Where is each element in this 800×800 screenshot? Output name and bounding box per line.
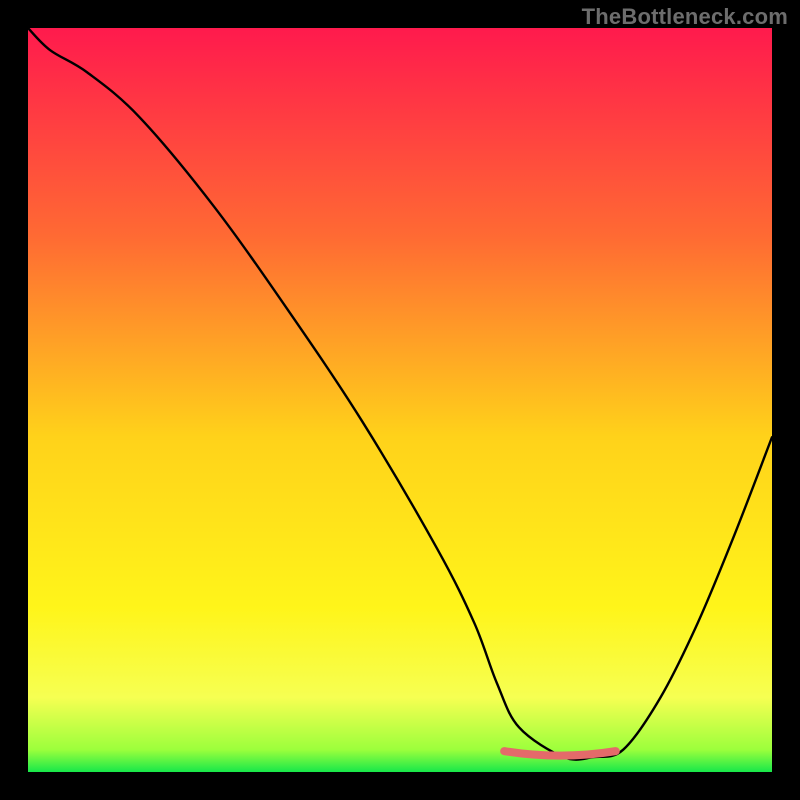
watermark-text: TheBottleneck.com xyxy=(582,4,788,30)
gradient-background xyxy=(28,28,772,772)
optimal-range-marker xyxy=(504,751,616,756)
chart-stage: TheBottleneck.com xyxy=(0,0,800,800)
plot-area xyxy=(28,28,772,772)
plot-frame xyxy=(28,28,772,772)
chart-svg xyxy=(28,28,772,772)
